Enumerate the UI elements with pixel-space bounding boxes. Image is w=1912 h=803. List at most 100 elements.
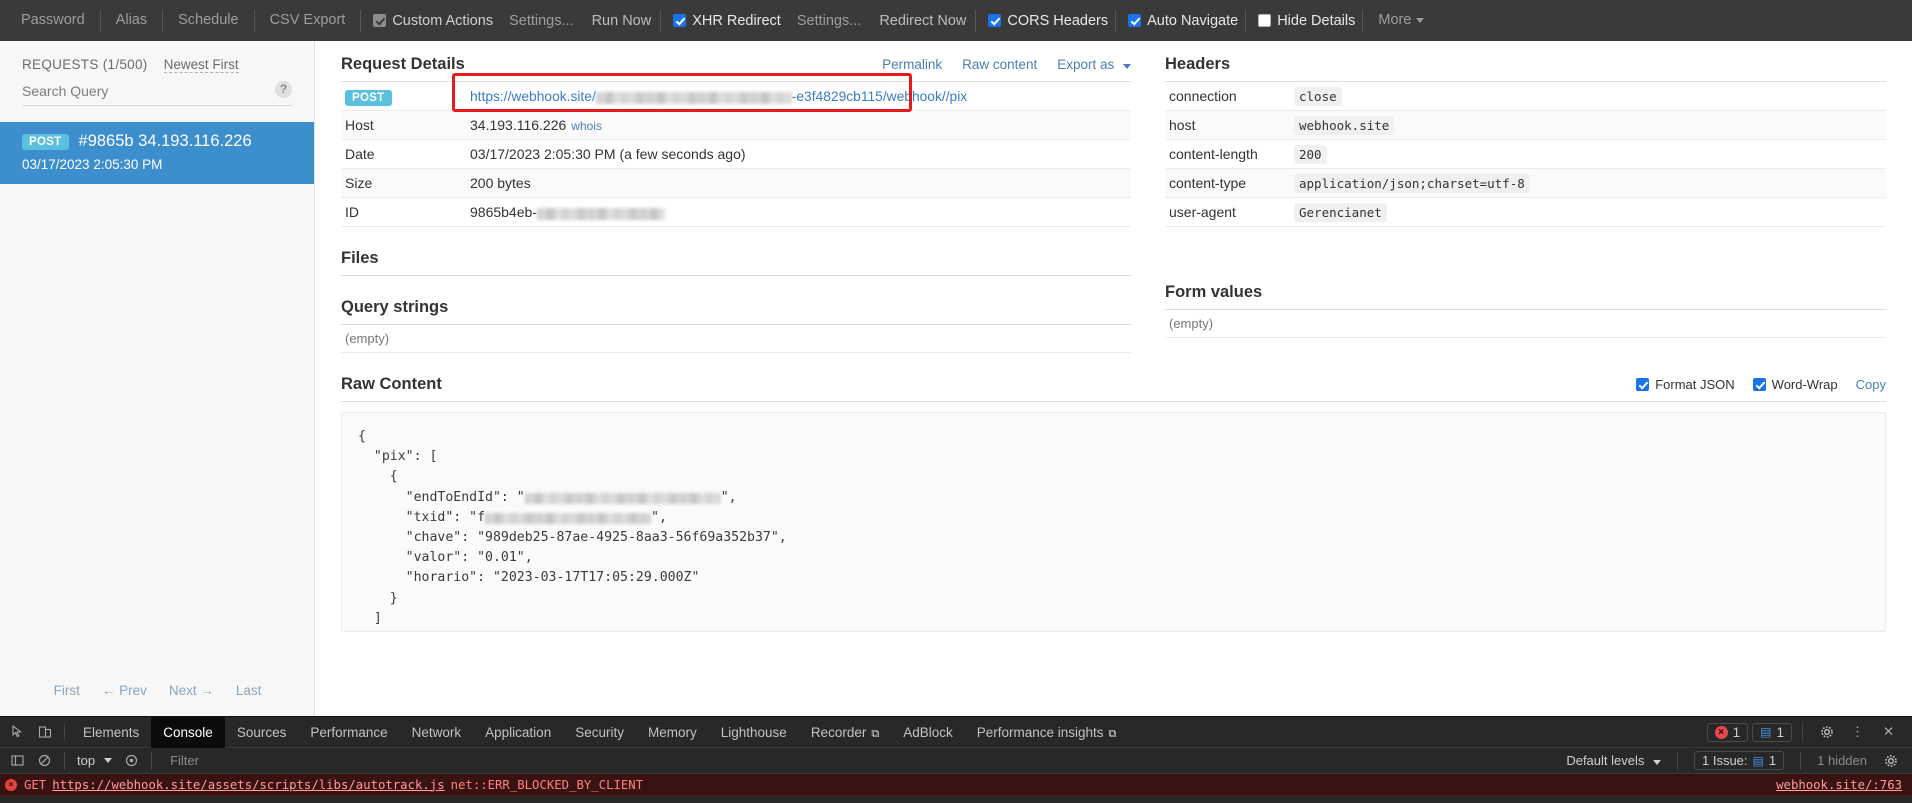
sort-order-toggle[interactable]: Newest First [163, 57, 239, 73]
auto-navigate-checkbox-label[interactable]: Auto Navigate [1116, 13, 1245, 29]
checkbox-icon-cors-headers[interactable] [988, 14, 1002, 27]
checkbox-icon-xhr-redirect[interactable] [673, 14, 687, 27]
checkbox-icon-custom-actions[interactable] [373, 14, 387, 27]
experimental-icon: ⧉ [871, 727, 880, 740]
custom-actions-settings-link[interactable]: Settings... [500, 13, 582, 29]
tab-security[interactable]: Security [563, 717, 636, 748]
console-error-url[interactable]: https://webhook.site/assets/scripts/libs… [52, 778, 444, 792]
issues-label: 1 Issue: [1702, 753, 1748, 768]
custom-actions-checkbox-label[interactable]: Custom Actions [361, 13, 500, 29]
toolbar-item-alias[interactable]: Alias [101, 0, 162, 41]
query-strings-empty: (empty) [341, 325, 1131, 353]
devtools-divider [1802, 723, 1803, 741]
chevron-down-icon [1653, 760, 1661, 765]
cors-headers-checkbox-label[interactable]: CORS Headers [976, 13, 1115, 29]
checkbox-icon-word-wrap[interactable] [1752, 378, 1766, 391]
whois-link[interactable]: whois [571, 119, 602, 133]
table-row: content-length 200 [1165, 139, 1886, 169]
request-url-cell: https://webhook.site/ -e3f4829cb115/webho… [452, 73, 1131, 112]
custom-actions-run-now-link[interactable]: Run Now [583, 13, 661, 29]
export-as-label: Export as [1057, 57, 1115, 72]
toolbar-more-button[interactable]: More [1363, 0, 1439, 41]
live-expression-icon[interactable] [118, 747, 145, 774]
headers-title: Headers [1165, 55, 1231, 73]
headers-column: Headers connection close host webhook.si… [1165, 55, 1886, 353]
tab-recorder[interactable]: Recorder ⧉ [799, 717, 891, 748]
devtools-divider [64, 723, 65, 741]
execution-context-label: top [77, 753, 96, 768]
console-input-prompt[interactable]: › [0, 796, 1912, 803]
tab-application[interactable]: Application [473, 717, 563, 748]
pager-first[interactable]: First [54, 683, 80, 698]
toolbar-item-csv-export[interactable]: CSV Export [255, 0, 361, 41]
form-values-section: Form values (empty) [1165, 283, 1886, 338]
request-item-date: 03/17/2023 2:05:30 PM [22, 157, 163, 172]
pager-next[interactable]: Next → [169, 683, 214, 698]
copy-button[interactable]: Copy [1856, 377, 1886, 392]
xhr-redirect-checkbox-label[interactable]: XHR Redirect [661, 13, 788, 29]
pager-prev[interactable]: ← Prev [102, 683, 147, 698]
toolbar-item-password[interactable]: Password [6, 0, 100, 41]
device-toolbar-icon[interactable] [31, 719, 58, 746]
toolbar-item-schedule[interactable]: Schedule [163, 0, 253, 41]
devtools-divider [64, 751, 65, 770]
request-url-link[interactable]: https://webhook.site/ -e3f4829cb115/webho… [470, 89, 967, 104]
checkbox-icon-format-json[interactable] [1636, 378, 1650, 391]
clear-console-icon[interactable] [31, 747, 58, 774]
prompt-caret-icon: › [8, 799, 15, 803]
console-sidebar-toggle-icon[interactable] [4, 747, 31, 774]
xhr-redirect-label: XHR Redirect [692, 12, 781, 29]
help-icon[interactable]: ? [275, 81, 292, 98]
message-count-badge[interactable]: ▤ 1 [1752, 722, 1792, 742]
more-options-icon[interactable]: ⋮ [1844, 719, 1871, 746]
console-settings-gear-icon[interactable] [1877, 747, 1904, 774]
tab-performance-insights[interactable]: Performance insights ⧉ [965, 717, 1129, 748]
message-icon: ▤ [1760, 725, 1772, 739]
checkbox-icon-auto-navigate[interactable] [1128, 14, 1142, 27]
search-row: ? [22, 81, 292, 106]
permalink-link[interactable]: Permalink [882, 57, 942, 72]
pager-last[interactable]: Last [236, 683, 262, 698]
xhr-redirect-settings-link[interactable]: Settings... [788, 13, 870, 29]
query-strings-table: (empty) [341, 325, 1131, 353]
tab-performance[interactable]: Performance [298, 717, 399, 748]
raw-content-body: { "pix": [ { "endToEndId": " ", "txid": "… [341, 412, 1886, 632]
format-json-checkbox-label[interactable]: Format JSON [1636, 377, 1735, 392]
id-prefix: 9865b4eb- [470, 204, 537, 220]
tab-elements[interactable]: Elements [71, 717, 151, 748]
message-icon: ▤ [1752, 753, 1764, 768]
tab-memory[interactable]: Memory [636, 717, 709, 748]
header-value-user-agent: Gerencianet [1290, 197, 1886, 227]
cors-headers-label: CORS Headers [1007, 12, 1109, 29]
list-item[interactable]: POST #9865b 34.193.116.226 03/17/2023 2:… [0, 122, 314, 184]
format-json-label: Format JSON [1655, 377, 1735, 392]
close-icon[interactable]: ✕ [1875, 719, 1902, 746]
tab-network[interactable]: Network [400, 717, 474, 748]
settings-gear-icon[interactable] [1813, 719, 1840, 746]
raw-json-after: "chave": "989deb25-87ae-4925-8aa3-56f69a… [358, 529, 787, 631]
tab-lighthouse[interactable]: Lighthouse [709, 717, 799, 748]
hide-details-checkbox-label[interactable]: Hide Details [1246, 13, 1362, 29]
console-filter-input[interactable] [170, 753, 431, 768]
table-row: POST https://webhook.site/ -e3f4829cb115/… [341, 73, 1131, 112]
console-error-source-link[interactable]: webhook.site/:763 [1776, 778, 1912, 792]
inspect-element-icon[interactable] [4, 719, 31, 746]
search-input[interactable] [22, 83, 262, 99]
tab-adblock[interactable]: AdBlock [891, 717, 965, 748]
sidebar-header: REQUESTS (1/500) Newest First [0, 41, 314, 79]
request-details-table: POST https://webhook.site/ -e3f4829cb115/… [341, 73, 1131, 227]
execution-context-selector[interactable]: top [71, 753, 118, 768]
word-wrap-checkbox-label[interactable]: Word-Wrap [1752, 377, 1838, 392]
log-levels-dropdown[interactable]: Default levels [1566, 753, 1661, 768]
table-row: (empty) [1165, 310, 1886, 338]
tab-console[interactable]: Console [151, 716, 225, 748]
log-levels-label: Default levels [1566, 753, 1645, 768]
raw-content-link[interactable]: Raw content [962, 57, 1037, 72]
xhr-redirect-redirect-now-link[interactable]: Redirect Now [870, 13, 975, 29]
checkbox-icon-hide-details[interactable] [1258, 14, 1272, 27]
issues-badge[interactable]: 1 Issue: ▤ 1 [1694, 751, 1785, 770]
tab-sources[interactable]: Sources [225, 717, 299, 748]
header-key-content-type: content-type [1165, 168, 1290, 198]
error-count-badge[interactable]: × 1 [1706, 722, 1749, 742]
export-as-dropdown[interactable]: Export as [1057, 57, 1131, 72]
